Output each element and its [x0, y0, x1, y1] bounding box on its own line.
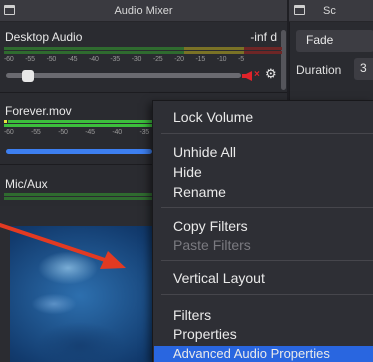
menu-item-vertical-layout[interactable]: Vertical Layout — [173, 270, 265, 286]
menu-item-unhide-all[interactable]: Unhide All — [173, 144, 236, 160]
channel-name-desktop-audio: Desktop Audio — [5, 30, 83, 44]
volume-slider-desktop-audio[interactable] — [6, 73, 241, 78]
menu-item-hide[interactable]: Hide — [173, 164, 202, 180]
transition-select[interactable]: Fade — [296, 30, 373, 52]
volume-meter-mic-aux — [4, 193, 152, 200]
channel-level-desktop-audio: -inf d — [250, 30, 277, 44]
annotation-arrow — [0, 223, 126, 269]
menu-item-advanced-audio-properties[interactable]: Advanced Audio Properties — [173, 346, 330, 361]
channel-divider — [0, 92, 287, 93]
scene-transitions-title: Sc — [323, 4, 336, 17]
mixer-scrollbar[interactable] — [281, 30, 286, 90]
mute-x-icon: × — [254, 69, 260, 80]
audio-mixer-title: Audio Mixer — [114, 4, 173, 17]
channel-name-mic-aux: Mic/Aux — [5, 177, 48, 191]
channel-name-forever-mov: Forever.mov — [5, 104, 72, 118]
menu-separator — [161, 207, 373, 208]
volume-meter-forever-mov — [4, 120, 152, 127]
menu-item-rename[interactable]: Rename — [173, 184, 226, 200]
menu-item-lock-volume[interactable]: Lock Volume — [173, 109, 253, 125]
meter-scale: -60 -55 -50 -45 -40 -35 — [4, 129, 149, 136]
gear-icon[interactable]: ⚙ — [265, 66, 277, 82]
duration-field[interactable]: 3 — [354, 58, 373, 80]
menu-separator — [161, 294, 373, 295]
menu-item-paste-filters: Paste Filters — [173, 237, 251, 253]
duration-label: Duration — [296, 63, 342, 77]
volume-slider-handle[interactable] — [22, 70, 34, 82]
undock-icon[interactable] — [294, 5, 305, 15]
volume-meter-desktop-audio — [4, 47, 282, 54]
menu-item-filters[interactable]: Filters — [173, 307, 211, 323]
scene-transitions-titlebar[interactable]: Sc — [289, 0, 373, 22]
menu-separator — [161, 133, 373, 134]
menu-item-properties[interactable]: Properties — [173, 326, 237, 342]
volume-slider-forever-mov[interactable] — [6, 149, 152, 154]
audio-mixer-titlebar[interactable]: Audio Mixer — [0, 0, 287, 22]
context-menu: Lock Volume Unhide All Hide Rename Copy … — [152, 100, 373, 362]
menu-separator — [161, 260, 373, 261]
menu-item-copy-filters[interactable]: Copy Filters — [173, 218, 248, 234]
meter-scale: -60 -55 -50 -45 -40 -35 -30 -25 -20 -15 -10 -5 — [4, 56, 244, 63]
muted-speaker-icon[interactable] — [242, 71, 252, 81]
